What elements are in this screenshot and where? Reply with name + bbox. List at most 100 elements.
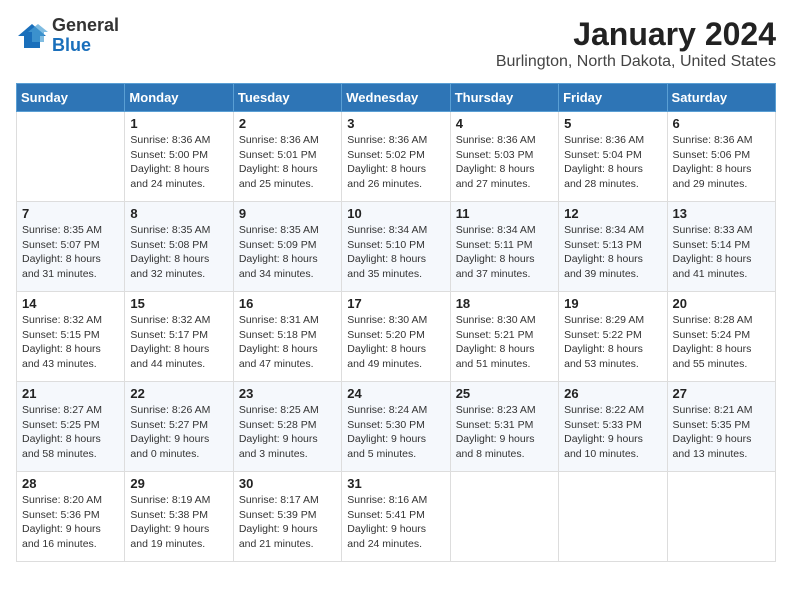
- day-info: Sunrise: 8:30 AM Sunset: 5:21 PM Dayligh…: [456, 313, 553, 372]
- day-number: 24: [347, 386, 444, 401]
- day-number: 30: [239, 476, 336, 491]
- day-info: Sunrise: 8:36 AM Sunset: 5:02 PM Dayligh…: [347, 133, 444, 192]
- calendar-cell: 13 Sunrise: 8:33 AM Sunset: 5:14 PM Dayli…: [667, 202, 775, 292]
- day-info: Sunrise: 8:34 AM Sunset: 5:13 PM Dayligh…: [564, 223, 661, 282]
- day-number: 16: [239, 296, 336, 311]
- day-info: Sunrise: 8:34 AM Sunset: 5:11 PM Dayligh…: [456, 223, 553, 282]
- calendar-cell: 18 Sunrise: 8:30 AM Sunset: 5:21 PM Dayli…: [450, 292, 558, 382]
- day-info: Sunrise: 8:21 AM Sunset: 5:35 PM Dayligh…: [673, 403, 770, 462]
- day-info: Sunrise: 8:25 AM Sunset: 5:28 PM Dayligh…: [239, 403, 336, 462]
- day-number: 10: [347, 206, 444, 221]
- column-header-tuesday: Tuesday: [233, 84, 341, 112]
- day-info: Sunrise: 8:35 AM Sunset: 5:07 PM Dayligh…: [22, 223, 119, 282]
- calendar-cell: 4 Sunrise: 8:36 AM Sunset: 5:03 PM Daylig…: [450, 112, 558, 202]
- day-number: 28: [22, 476, 119, 491]
- calendar-cell: 7 Sunrise: 8:35 AM Sunset: 5:07 PM Daylig…: [17, 202, 125, 292]
- calendar-cell: 21 Sunrise: 8:27 AM Sunset: 5:25 PM Dayli…: [17, 382, 125, 472]
- calendar-cell: 28Sunrise: 8:20 AM Sunset: 5:36 PM Dayli…: [17, 472, 125, 562]
- day-info: Sunrise: 8:32 AM Sunset: 5:15 PM Dayligh…: [22, 313, 119, 372]
- calendar-title: January 2024: [496, 16, 776, 53]
- page-header: General Blue January 2024 Burlington, No…: [16, 16, 776, 71]
- calendar-cell: 23 Sunrise: 8:25 AM Sunset: 5:28 PM Dayli…: [233, 382, 341, 472]
- calendar-cell: 11 Sunrise: 8:34 AM Sunset: 5:11 PM Dayli…: [450, 202, 558, 292]
- day-number: 19: [564, 296, 661, 311]
- day-number: 14: [22, 296, 119, 311]
- day-info: Sunrise: 8:29 AM Sunset: 5:22 PM Dayligh…: [564, 313, 661, 372]
- day-number: 26: [564, 386, 661, 401]
- day-info: Sunrise: 8:31 AM Sunset: 5:18 PM Dayligh…: [239, 313, 336, 372]
- day-info: Sunrise: 8:34 AM Sunset: 5:10 PM Dayligh…: [347, 223, 444, 282]
- column-header-sunday: Sunday: [17, 84, 125, 112]
- calendar-cell: 6Sunrise: 8:36 AM Sunset: 5:06 PM Daylig…: [667, 112, 775, 202]
- calendar-cell: [450, 472, 558, 562]
- day-info: Sunrise: 8:26 AM Sunset: 5:27 PM Dayligh…: [130, 403, 227, 462]
- calendar-table: SundayMondayTuesdayWednesdayThursdayFrid…: [16, 83, 776, 562]
- day-number: 1: [130, 116, 227, 131]
- calendar-cell: 3 Sunrise: 8:36 AM Sunset: 5:02 PM Daylig…: [342, 112, 450, 202]
- day-number: 20: [673, 296, 770, 311]
- day-number: 18: [456, 296, 553, 311]
- calendar-week-row: 1Sunrise: 8:36 AM Sunset: 5:00 PM Daylig…: [17, 112, 776, 202]
- calendar-cell: 14 Sunrise: 8:32 AM Sunset: 5:15 PM Dayli…: [17, 292, 125, 382]
- day-info: Sunrise: 8:36 AM Sunset: 5:04 PM Dayligh…: [564, 133, 661, 192]
- calendar-cell: 25Sunrise: 8:23 AM Sunset: 5:31 PM Dayli…: [450, 382, 558, 472]
- calendar-cell: 17 Sunrise: 8:30 AM Sunset: 5:20 PM Dayli…: [342, 292, 450, 382]
- day-number: 29: [130, 476, 227, 491]
- logo-blue-text: Blue: [52, 36, 119, 56]
- day-info: Sunrise: 8:36 AM Sunset: 5:06 PM Dayligh…: [673, 133, 770, 192]
- day-info: Sunrise: 8:16 AM Sunset: 5:41 PM Dayligh…: [347, 493, 444, 552]
- day-number: 15: [130, 296, 227, 311]
- column-header-wednesday: Wednesday: [342, 84, 450, 112]
- column-header-saturday: Saturday: [667, 84, 775, 112]
- logo-general-text: General: [52, 16, 119, 36]
- day-number: 22: [130, 386, 227, 401]
- day-info: Sunrise: 8:35 AM Sunset: 5:09 PM Dayligh…: [239, 223, 336, 282]
- day-info: Sunrise: 8:36 AM Sunset: 5:01 PM Dayligh…: [239, 133, 336, 192]
- calendar-week-row: 28Sunrise: 8:20 AM Sunset: 5:36 PM Dayli…: [17, 472, 776, 562]
- day-number: 13: [673, 206, 770, 221]
- calendar-cell: 8Sunrise: 8:35 AM Sunset: 5:08 PM Daylig…: [125, 202, 233, 292]
- day-number: 3: [347, 116, 444, 131]
- day-info: Sunrise: 8:36 AM Sunset: 5:03 PM Dayligh…: [456, 133, 553, 192]
- calendar-cell: [17, 112, 125, 202]
- calendar-cell: [559, 472, 667, 562]
- calendar-cell: [667, 472, 775, 562]
- day-number: 23: [239, 386, 336, 401]
- column-header-monday: Monday: [125, 84, 233, 112]
- day-info: Sunrise: 8:19 AM Sunset: 5:38 PM Dayligh…: [130, 493, 227, 552]
- day-number: 7: [22, 206, 119, 221]
- day-info: Sunrise: 8:30 AM Sunset: 5:20 PM Dayligh…: [347, 313, 444, 372]
- calendar-subtitle: Burlington, North Dakota, United States: [496, 53, 776, 71]
- calendar-cell: 10 Sunrise: 8:34 AM Sunset: 5:10 PM Dayli…: [342, 202, 450, 292]
- day-number: 9: [239, 206, 336, 221]
- title-block: January 2024 Burlington, North Dakota, U…: [496, 16, 776, 71]
- day-number: 27: [673, 386, 770, 401]
- calendar-week-row: 21 Sunrise: 8:27 AM Sunset: 5:25 PM Dayli…: [17, 382, 776, 472]
- calendar-cell: 20 Sunrise: 8:28 AM Sunset: 5:24 PM Dayli…: [667, 292, 775, 382]
- calendar-cell: 29 Sunrise: 8:19 AM Sunset: 5:38 PM Dayli…: [125, 472, 233, 562]
- day-number: 12: [564, 206, 661, 221]
- day-number: 21: [22, 386, 119, 401]
- logo: General Blue: [16, 16, 119, 56]
- calendar-cell: 1Sunrise: 8:36 AM Sunset: 5:00 PM Daylig…: [125, 112, 233, 202]
- day-info: Sunrise: 8:22 AM Sunset: 5:33 PM Dayligh…: [564, 403, 661, 462]
- day-number: 4: [456, 116, 553, 131]
- calendar-cell: 30Sunrise: 8:17 AM Sunset: 5:39 PM Dayli…: [233, 472, 341, 562]
- logo-icon: [16, 22, 48, 50]
- day-number: 17: [347, 296, 444, 311]
- day-info: Sunrise: 8:27 AM Sunset: 5:25 PM Dayligh…: [22, 403, 119, 462]
- day-info: Sunrise: 8:28 AM Sunset: 5:24 PM Dayligh…: [673, 313, 770, 372]
- calendar-cell: 22 Sunrise: 8:26 AM Sunset: 5:27 PM Dayli…: [125, 382, 233, 472]
- day-number: 31: [347, 476, 444, 491]
- calendar-cell: 24 Sunrise: 8:24 AM Sunset: 5:30 PM Dayli…: [342, 382, 450, 472]
- calendar-cell: 16 Sunrise: 8:31 AM Sunset: 5:18 PM Dayli…: [233, 292, 341, 382]
- column-header-friday: Friday: [559, 84, 667, 112]
- calendar-header: SundayMondayTuesdayWednesdayThursdayFrid…: [17, 84, 776, 112]
- calendar-cell: 5Sunrise: 8:36 AM Sunset: 5:04 PM Daylig…: [559, 112, 667, 202]
- day-info: Sunrise: 8:33 AM Sunset: 5:14 PM Dayligh…: [673, 223, 770, 282]
- calendar-week-row: 14 Sunrise: 8:32 AM Sunset: 5:15 PM Dayli…: [17, 292, 776, 382]
- day-number: 11: [456, 206, 553, 221]
- calendar-cell: 19 Sunrise: 8:29 AM Sunset: 5:22 PM Dayli…: [559, 292, 667, 382]
- day-info: Sunrise: 8:24 AM Sunset: 5:30 PM Dayligh…: [347, 403, 444, 462]
- day-info: Sunrise: 8:32 AM Sunset: 5:17 PM Dayligh…: [130, 313, 227, 372]
